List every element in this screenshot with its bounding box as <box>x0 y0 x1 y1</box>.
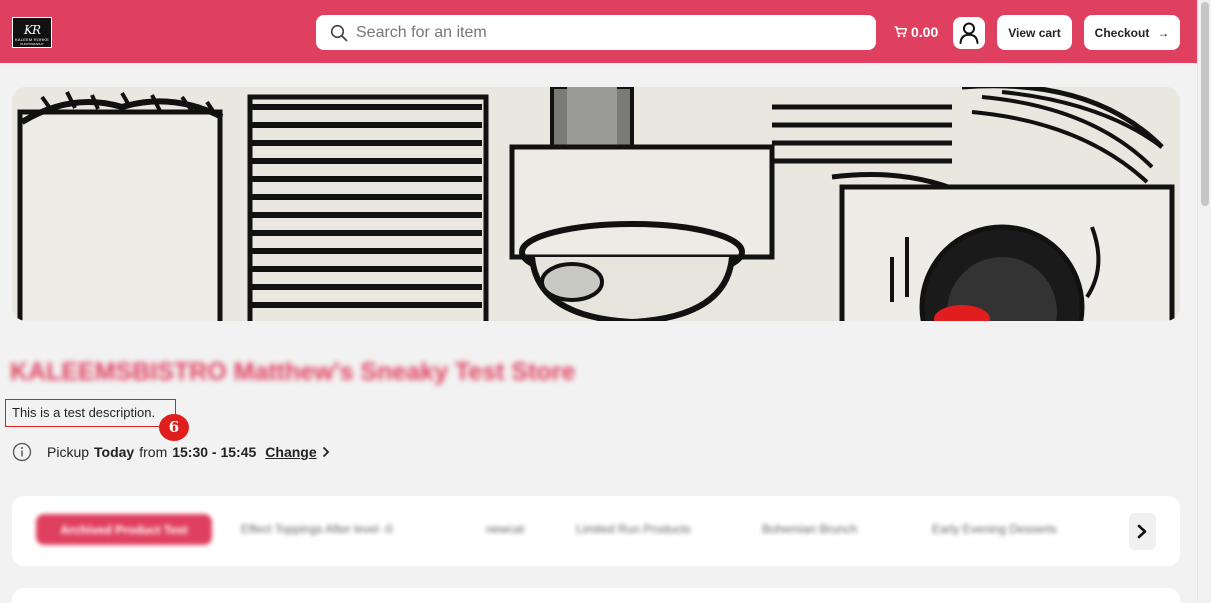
page-scrollbar[interactable] <box>1197 0 1211 603</box>
cart-icon <box>894 26 907 38</box>
chevron-right-icon <box>1137 524 1147 539</box>
info-icon <box>12 442 32 462</box>
chevron-right-icon[interactable] <box>322 446 330 458</box>
cart-total[interactable]: 0.00 <box>894 24 938 40</box>
view-cart-label: View cart <box>1008 25 1061 40</box>
arrow-right-icon: → <box>1157 25 1170 40</box>
pickup-time-range: 15:30 - 15:45 <box>172 444 257 460</box>
cart-total-amount: 0.00 <box>911 24 939 40</box>
store-logo[interactable]: KR KALEEM ROHKE PHOTOGRAPHY <box>12 17 52 48</box>
checkout-label: Checkout <box>1094 25 1150 40</box>
search-input[interactable] <box>356 15 856 50</box>
view-cart-button[interactable]: View cart <box>997 15 1072 50</box>
pickup-info: Pickup Today from 15:30 - 15:45 Change <box>12 442 330 462</box>
product-section-card <box>12 588 1180 603</box>
search-icon <box>330 24 348 42</box>
category-tab-active[interactable]: Archived Product Test <box>36 514 212 545</box>
store-description: This is a test description. <box>12 405 156 420</box>
user-icon <box>959 22 979 44</box>
category-tab[interactable]: Early Evening Desserts <box>932 522 1057 536</box>
search-bar[interactable] <box>316 15 876 50</box>
store-title: KALEEMSBISTRO Matthew's Sneaky Test Stor… <box>10 358 576 386</box>
category-scroll-right-button[interactable] <box>1129 513 1156 550</box>
store-banner-image <box>12 87 1180 321</box>
top-navbar: KR KALEEM ROHKE PHOTOGRAPHY 0.00 View ca… <box>0 0 1197 63</box>
account-button[interactable] <box>953 17 985 49</box>
pickup-label: Pickup <box>47 444 90 460</box>
category-tab[interactable]: Effect Toppings After level -0 <box>241 522 393 536</box>
pickup-from-label: from <box>139 444 168 460</box>
annotation-badge: 6 <box>159 414 189 441</box>
category-tab[interactable]: Limited Run Products <box>576 522 691 536</box>
pickup-day: Today <box>94 444 135 460</box>
category-nav: Archived Product Test Effect Toppings Af… <box>12 496 1180 566</box>
change-pickup-link[interactable]: Change <box>265 444 316 460</box>
logo-monogram: KR <box>24 23 41 37</box>
checkout-button[interactable]: Checkout → <box>1084 15 1180 50</box>
scrollbar-thumb[interactable] <box>1201 2 1209 206</box>
logo-line2: PHOTOGRAPHY <box>20 42 44 46</box>
category-tab[interactable]: newcat <box>486 522 524 536</box>
category-tab[interactable]: Bohemian Brunch <box>762 522 857 536</box>
